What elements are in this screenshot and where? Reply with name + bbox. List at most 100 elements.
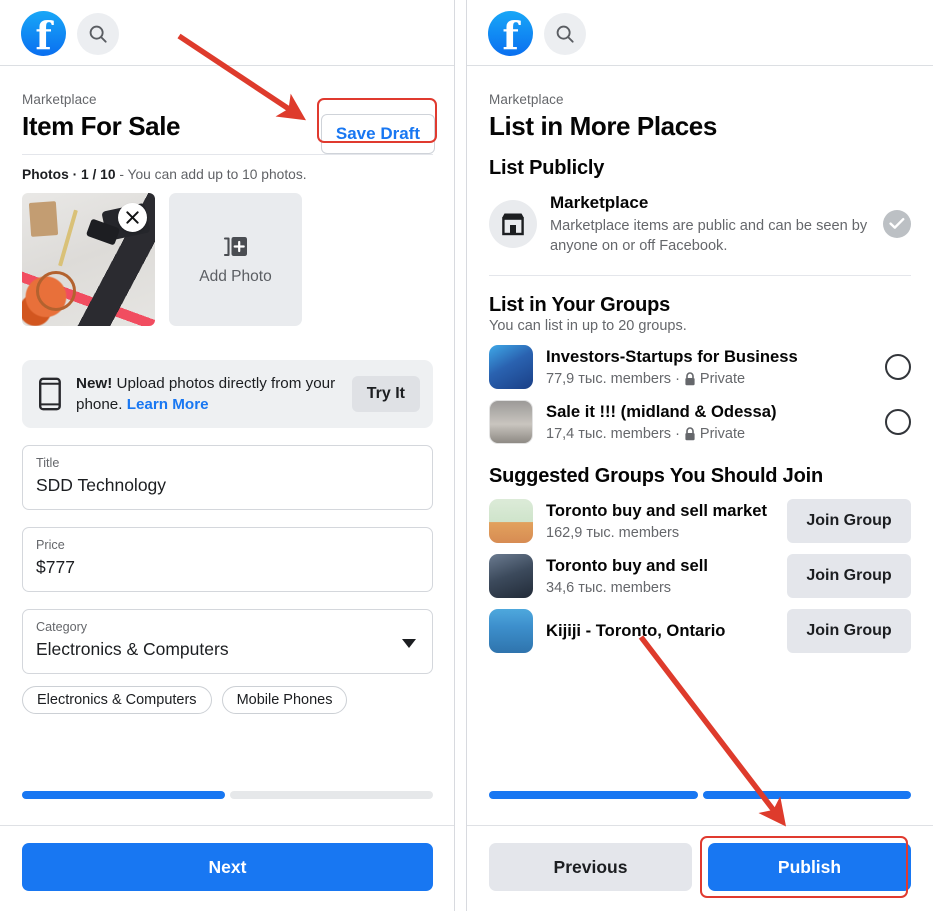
group-row-sale-it[interactable]: Sale it !!! (midland & Odessa) 17,4 тыс.… — [489, 400, 911, 444]
group-avatar-investors — [489, 345, 533, 389]
left-content: Marketplace Item For Sale Save Draft Pho… — [0, 92, 455, 714]
group-privacy: Private — [699, 370, 746, 387]
suggested-group-row-toronto-market[interactable]: Toronto buy and sell market 162,9 тыс. m… — [489, 499, 911, 543]
group-row-investors[interactable]: Investors-Startups for Business 77,9 тыс… — [489, 345, 911, 389]
suggested-group-row-toronto[interactable]: Toronto buy and sell 34,6 тыс. members J… — [489, 554, 911, 598]
screenshot-root: f Marketplace Item For Sale Save Draft P… — [0, 0, 933, 911]
join-group-button-kijiji[interactable]: Join Group — [787, 609, 911, 653]
topbar-divider — [0, 65, 455, 66]
progress-segment-2 — [230, 791, 433, 799]
close-icon — [126, 211, 139, 224]
check-icon — [889, 218, 905, 229]
publish-button[interactable]: Publish — [708, 843, 911, 891]
group-avatar-kijiji — [489, 609, 533, 653]
search-icon — [89, 25, 107, 43]
add-photo-label: Add Photo — [199, 267, 272, 285]
next-button[interactable]: Next — [22, 843, 433, 891]
your-groups-heading: List in Your Groups — [489, 294, 671, 316]
lock-icon — [685, 371, 695, 385]
right-footer-divider — [467, 825, 933, 826]
group-info-toronto-market: Toronto buy and sell market 162,9 тыс. m… — [546, 500, 774, 543]
group-meta: 162,9 тыс. members — [546, 523, 774, 543]
storefront-icon — [502, 213, 524, 235]
photos-counter-label: Photos · 1 / 10 - You can add up to 10 p… — [22, 167, 433, 182]
upload-from-phone-banner: New! Upload photos directly from your ph… — [22, 360, 433, 428]
photo-content-notebook — [28, 201, 59, 237]
photo-content-bag — [36, 271, 76, 311]
previous-button[interactable]: Previous — [489, 843, 692, 891]
join-group-button-toronto[interactable]: Join Group — [787, 554, 911, 598]
facebook-topbar-left: f — [0, 0, 455, 66]
category-chip-mobile-phones[interactable]: Mobile Phones — [221, 686, 348, 714]
facebook-logo-icon-right[interactable]: f — [488, 11, 533, 56]
category-field[interactable]: Category Electronics & Computers — [22, 609, 433, 674]
photo-row: Add Photo — [22, 193, 433, 326]
title-field-label: Title — [36, 456, 60, 470]
title-field-value: SDD Technology — [36, 475, 167, 495]
mobile-phone-icon — [39, 377, 61, 411]
group-info-toronto: Toronto buy and sell 34,6 тыс. members — [546, 555, 774, 598]
group-name: Investors-Startups for Business — [546, 346, 798, 366]
group-avatar-toronto — [489, 554, 533, 598]
left-footer-buttons: Next — [0, 843, 455, 891]
marketplace-option-row[interactable]: Marketplace Marketplace items are public… — [489, 191, 911, 256]
marketplace-option-title: Marketplace — [550, 193, 649, 212]
progress-segment-1 — [22, 791, 225, 799]
group-name: Kijiji - Toronto, Ontario — [546, 621, 726, 640]
uploaded-photo-thumbnail[interactable] — [22, 193, 155, 326]
right-footer-buttons: Previous Publish — [467, 843, 933, 891]
group-meta-separator: · — [675, 370, 680, 387]
group-member-count: 17,4 тыс. members — [546, 425, 672, 442]
search-icon-right — [556, 25, 574, 43]
upload-banner-badge: New! — [76, 375, 113, 392]
try-it-button[interactable]: Try It — [351, 376, 420, 412]
group-info-sale-it: Sale it !!! (midland & Odessa) 17,4 тыс.… — [546, 401, 872, 444]
group-meta-separator: · — [675, 425, 680, 442]
right-progress-bar — [467, 791, 933, 799]
item-for-sale-panel: f Marketplace Item For Sale Save Draft P… — [0, 0, 455, 911]
page-title-right: List in More Places — [489, 111, 717, 141]
group-name: Toronto buy and sell — [546, 555, 708, 575]
category-chip-electronics[interactable]: Electronics & Computers — [22, 686, 212, 714]
breadcrumb-marketplace-right: Marketplace — [489, 92, 564, 107]
progress-segment-1 — [489, 791, 698, 799]
title-divider — [22, 154, 433, 155]
left-progress-bar — [0, 791, 455, 799]
add-photo-button[interactable]: Add Photo — [169, 193, 302, 326]
progress-segment-2 — [702, 791, 911, 799]
learn-more-link[interactable]: Learn More — [127, 396, 209, 413]
price-field-label: Price — [36, 538, 65, 552]
upload-banner-text: New! Upload photos directly from your ph… — [76, 373, 339, 415]
marketplace-option-desc: Marketplace items are public and can be … — [550, 218, 868, 254]
facebook-logo-icon[interactable]: f — [21, 11, 66, 56]
facebook-topbar-right: f — [467, 0, 933, 66]
remove-photo-button[interactable] — [118, 203, 147, 232]
section-divider — [489, 275, 911, 276]
marketplace-selected-checkbox[interactable] — [883, 209, 911, 238]
chevron-down-icon[interactable] — [402, 638, 416, 648]
photo-content-pencil — [58, 209, 78, 267]
right-content: Marketplace List in More Places List Pub… — [467, 66, 933, 781]
add-photo-icon — [223, 236, 247, 256]
photos-count: Photos · 1 / 10 — [22, 167, 116, 182]
price-field-value: $777 — [36, 557, 75, 577]
title-field[interactable]: Title SDD Technology — [22, 445, 433, 510]
search-button-right[interactable] — [544, 12, 586, 55]
group-select-radio-investors[interactable] — [885, 354, 911, 380]
price-field[interactable]: Price $777 — [22, 527, 433, 592]
join-group-button-toronto-market[interactable]: Join Group — [787, 499, 911, 543]
save-draft-area: Save Draft — [320, 114, 435, 154]
group-meta: 17,4 тыс. members · Private — [546, 424, 872, 444]
group-select-radio-sale-it[interactable] — [885, 409, 911, 435]
category-field-value: Electronics & Computers — [36, 639, 229, 659]
facebook-logo-glyph-right: f — [502, 13, 519, 58]
save-draft-button[interactable]: Save Draft — [320, 114, 435, 154]
suggested-group-row-kijiji[interactable]: Kijiji - Toronto, Ontario Join Group — [489, 609, 911, 653]
group-member-count: 162,9 тыс. members — [546, 524, 680, 541]
category-chips: Electronics & Computers Mobile Phones — [22, 686, 433, 714]
group-privacy: Private — [699, 425, 746, 442]
group-meta: 77,9 тыс. members · Private — [546, 369, 872, 389]
search-button[interactable] — [77, 12, 119, 55]
photos-hint: - You can add up to 10 photos. — [115, 167, 307, 182]
group-avatar-sale-it — [489, 400, 533, 444]
